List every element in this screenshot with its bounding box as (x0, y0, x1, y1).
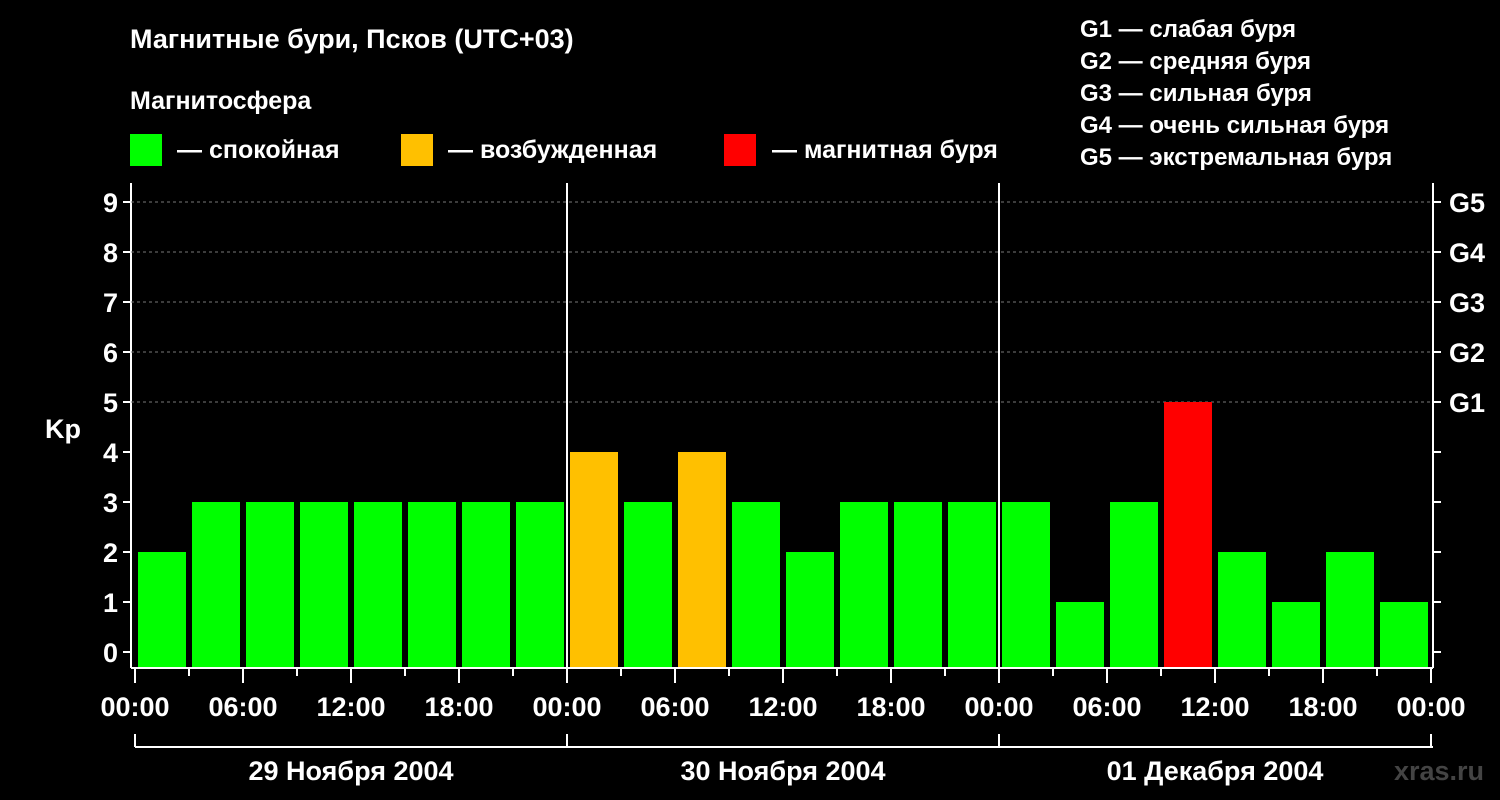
y-tick-label-7: 7 (103, 288, 118, 318)
kp-bar (678, 452, 726, 667)
x-tick-label: 00:00 (532, 692, 601, 722)
storm-level-label-g3: G3 (1449, 288, 1485, 318)
storm-scale-g4: G4 — очень сильная буря (1080, 112, 1389, 139)
kp-bar (570, 452, 618, 667)
legend-swatch-quiet (130, 134, 162, 166)
x-tick-label: 12:00 (1180, 692, 1249, 722)
y-tick-label-9: 9 (103, 188, 118, 218)
y-tick-label-4: 4 (103, 438, 118, 468)
kp-bar (1164, 402, 1212, 667)
x-tick-label: 06:00 (208, 692, 277, 722)
kp-bar (300, 502, 348, 667)
kp-bar (894, 502, 942, 667)
y-tick-label-0: 0 (103, 638, 118, 668)
storm-level-label-g5: G5 (1449, 188, 1485, 218)
plot-area: 0 1 2 3 4 5 6 7 8 9 G1 G2 G3 G4 G5 00:00 06:00 12:00 18:00… (100, 183, 1485, 786)
kp-bar (1326, 552, 1374, 667)
x-tick-label: 18:00 (856, 692, 925, 722)
kp-bar (462, 502, 510, 667)
y-axis-label: Kp (45, 414, 81, 444)
x-tick-label: 00:00 (964, 692, 1033, 722)
y-tick-label-6: 6 (103, 338, 118, 368)
kp-bar (786, 552, 834, 667)
legend-swatch-active (401, 134, 433, 166)
kp-bar (408, 502, 456, 667)
storm-level-label-g4: G4 (1449, 238, 1485, 268)
kp-bar (138, 552, 186, 667)
y-tick-label-1: 1 (103, 588, 118, 618)
legend-label-storm: — магнитная буря (772, 136, 998, 164)
storm-scale-g5: G5 — экстремальная буря (1080, 144, 1392, 171)
x-tick-label: 06:00 (1072, 692, 1141, 722)
kp-bar (1056, 602, 1104, 667)
y-tick-label-3: 3 (103, 488, 118, 518)
legend-label-quiet: — спокойная (177, 136, 340, 164)
kp-bar (192, 502, 240, 667)
x-tick-label: 18:00 (1288, 692, 1357, 722)
day-label: 01 Декабря 2004 (1107, 756, 1324, 786)
storm-scale-g1: G1 — слабая буря (1080, 16, 1296, 43)
y-tick-label-8: 8 (103, 238, 118, 268)
legend-label-active: — возбужденная (448, 136, 657, 164)
kp-bar (732, 502, 780, 667)
kp-bar (1272, 602, 1320, 667)
x-tick-label: 06:00 (640, 692, 709, 722)
y-tick-label-5: 5 (103, 388, 118, 418)
kp-bar (1380, 602, 1428, 667)
x-tick-label: 12:00 (748, 692, 817, 722)
kp-bar (1218, 552, 1266, 667)
kp-bar (1002, 502, 1050, 667)
chart-title: Магнитные бури, Псков (UTC+03) (130, 24, 574, 54)
x-tick-label: 18:00 (424, 692, 493, 722)
legend-heading: Магнитосфера (130, 87, 312, 115)
x-tick-label: 00:00 (1396, 692, 1465, 722)
watermark: xras.ru (1394, 756, 1484, 786)
kp-bar (624, 502, 672, 667)
storm-level-label-g1: G1 (1449, 388, 1485, 418)
kp-bar (948, 502, 996, 667)
kp-bar (246, 502, 294, 667)
storm-scale-g2: G2 — средняя буря (1080, 48, 1311, 75)
kp-bar (840, 502, 888, 667)
kp-bar (516, 502, 564, 667)
legend-swatch-storm (724, 134, 756, 166)
day-label: 29 Ноября 2004 (248, 756, 453, 786)
x-tick-label: 12:00 (316, 692, 385, 722)
kp-bar (354, 502, 402, 667)
day-label: 30 Ноября 2004 (680, 756, 885, 786)
x-tick-label: 00:00 (100, 692, 169, 722)
y-tick-label-2: 2 (103, 538, 118, 568)
storm-scale-g3: G3 — сильная буря (1080, 80, 1312, 107)
kp-bar (1110, 502, 1158, 667)
kp-chart: Магнитные бури, Псков (UTC+03) Магнитосф… (45, 16, 1485, 786)
storm-level-label-g2: G2 (1449, 338, 1485, 368)
